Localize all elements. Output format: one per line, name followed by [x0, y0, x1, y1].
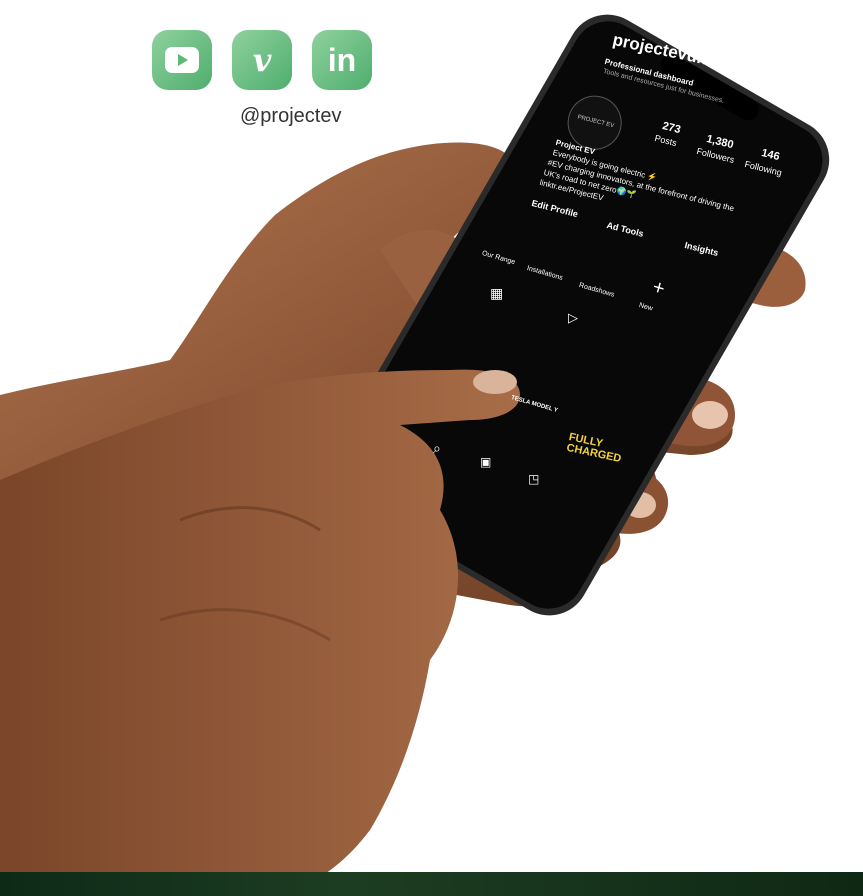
pointing-fingernail: [473, 370, 517, 394]
reels-nav-icon[interactable]: ▣: [480, 455, 491, 469]
bottom-green-band: [0, 872, 863, 896]
hands-phone-scene: [0, 14, 830, 896]
grid-tab-icon[interactable]: ▦: [490, 285, 503, 302]
shop-nav-icon[interactable]: ◳: [528, 472, 539, 486]
reels-tab-icon[interactable]: ▷: [568, 310, 578, 326]
fingernail-1: [692, 401, 728, 429]
avatar-label: PROJECT EV: [576, 114, 615, 130]
search-nav-icon[interactable]: ⌕: [433, 440, 441, 457]
